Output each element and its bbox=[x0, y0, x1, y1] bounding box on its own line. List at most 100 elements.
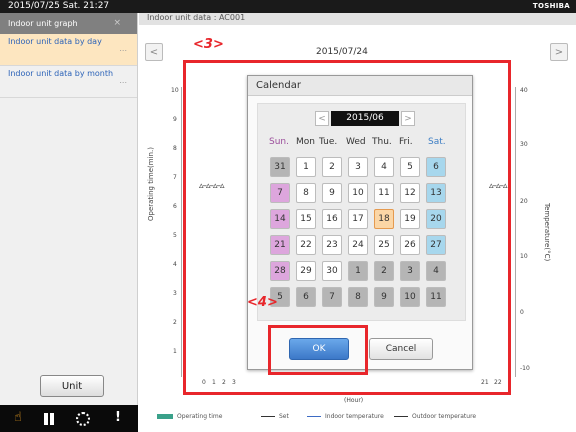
calendar-day[interactable]: 9 bbox=[374, 287, 394, 307]
calendar-day-selected[interactable]: 18 bbox=[374, 209, 394, 229]
calendar-day[interactable]: 6 bbox=[426, 157, 446, 177]
calendar-day[interactable]: 31 bbox=[270, 157, 290, 177]
close-icon[interactable]: × bbox=[113, 18, 121, 28]
next-month-button[interactable]: > bbox=[401, 111, 415, 126]
sidebar-item-label: Indoor unit data by day bbox=[8, 37, 102, 46]
weekday-label: Sat. bbox=[428, 137, 446, 147]
sidebar: Indoor unit graph × Indoor unit data by … bbox=[0, 13, 138, 405]
bottom-toolbar: ☝ ! bbox=[0, 405, 138, 432]
weekday-label: Tue. bbox=[319, 137, 338, 147]
sidebar-header: Indoor unit graph × bbox=[0, 13, 137, 34]
calendar-day[interactable]: 10 bbox=[348, 183, 368, 203]
y-tick: 8 bbox=[173, 145, 177, 152]
calendar-day[interactable]: 24 bbox=[348, 235, 368, 255]
calendar-day[interactable]: 22 bbox=[296, 235, 316, 255]
y-tick-right: 40 bbox=[520, 87, 528, 94]
y-tick: 9 bbox=[173, 116, 177, 123]
weekday-label: Thu. bbox=[372, 137, 392, 147]
calendar-day[interactable]: 20 bbox=[426, 209, 446, 229]
graph-date: 2015/07/24 bbox=[316, 47, 368, 57]
sidebar-item-label: Indoor unit data by month bbox=[8, 69, 114, 78]
weekday-label: Fri. bbox=[399, 137, 413, 147]
unit-button[interactable]: Unit bbox=[40, 375, 104, 397]
calendar-day[interactable]: 11 bbox=[426, 287, 446, 307]
y-tick-right: 0 bbox=[520, 309, 524, 316]
y-tick: 7 bbox=[173, 174, 177, 181]
highlight-frame-ok bbox=[268, 325, 368, 375]
calendar-day[interactable]: 28 bbox=[270, 261, 290, 281]
y-axis-label-right: Temperature(°C) bbox=[543, 203, 551, 262]
y-tick: 3 bbox=[173, 290, 177, 297]
previous-month-button[interactable]: < bbox=[315, 111, 329, 126]
y-tick: 2 bbox=[173, 319, 177, 326]
legend-outdoor-temperature: Outdoor temperature bbox=[394, 413, 476, 420]
calendar-day[interactable]: 16 bbox=[322, 209, 342, 229]
calendar-day[interactable]: 10 bbox=[400, 287, 420, 307]
calendar-day[interactable]: 26 bbox=[400, 235, 420, 255]
legend-operating-time: Operating time bbox=[157, 413, 222, 420]
calendar-day[interactable]: 14 bbox=[270, 209, 290, 229]
calendar-day[interactable]: 29 bbox=[296, 261, 316, 281]
calendar-day[interactable]: 8 bbox=[296, 183, 316, 203]
legend-label: Set bbox=[279, 413, 289, 420]
calendar-day[interactable]: 9 bbox=[322, 183, 342, 203]
sidebar-header-label: Indoor unit graph bbox=[8, 19, 78, 28]
y-tick: 5 bbox=[173, 232, 177, 239]
pause-icon[interactable] bbox=[42, 412, 56, 426]
next-day-button[interactable]: > bbox=[550, 43, 568, 61]
weekday-label: Wed bbox=[346, 137, 366, 147]
calendar-day[interactable]: 15 bbox=[296, 209, 316, 229]
month-label: 2015/06 bbox=[331, 111, 399, 126]
page-title: Indoor unit data : AC001 bbox=[147, 13, 246, 22]
calendar-day[interactable]: 27 bbox=[426, 235, 446, 255]
calendar-day[interactable]: 1 bbox=[296, 157, 316, 177]
legend-label: Operating time bbox=[177, 413, 223, 420]
sidebar-item-data-by-day[interactable]: Indoor unit data by day ... bbox=[0, 34, 137, 66]
y-tick-right: 30 bbox=[520, 141, 528, 148]
legend-label: Outdoor temperature bbox=[412, 413, 477, 420]
calendar-day[interactable]: 23 bbox=[322, 235, 342, 255]
cancel-button[interactable]: Cancel bbox=[369, 338, 433, 360]
y-tick: 1 bbox=[173, 348, 177, 355]
title-bar: Indoor unit data : AC001 bbox=[139, 13, 576, 25]
calendar-day[interactable]: 1 bbox=[348, 261, 368, 281]
sidebar-item-data-by-month[interactable]: Indoor unit data by month ... bbox=[0, 66, 137, 98]
calendar-day[interactable]: 11 bbox=[374, 183, 394, 203]
circle-icon[interactable] bbox=[76, 412, 90, 426]
legend-indoor-temperature: Indoor temperature bbox=[307, 413, 384, 420]
calendar-day[interactable]: 4 bbox=[374, 157, 394, 177]
dialog-title: Calendar bbox=[248, 76, 472, 96]
y-tick-right: 20 bbox=[520, 198, 528, 205]
calendar-day[interactable]: 2 bbox=[322, 157, 342, 177]
y-tick-right: -10 bbox=[520, 365, 530, 372]
calendar-day[interactable]: 4 bbox=[426, 261, 446, 281]
calendar-day[interactable]: 6 bbox=[296, 287, 316, 307]
calendar-day[interactable]: 3 bbox=[348, 157, 368, 177]
calendar-day[interactable]: 7 bbox=[270, 183, 290, 203]
legend-swatch bbox=[157, 414, 173, 419]
legend-label: Indoor temperature bbox=[325, 413, 384, 420]
calendar-day[interactable]: 13 bbox=[426, 183, 446, 203]
legend-line bbox=[307, 416, 321, 417]
calendar-day[interactable]: 19 bbox=[400, 209, 420, 229]
calendar-day[interactable]: 5 bbox=[400, 157, 420, 177]
calendar-day[interactable]: 8 bbox=[348, 287, 368, 307]
more-icon: ... bbox=[119, 76, 127, 85]
hand-icon[interactable]: ☝ bbox=[14, 410, 28, 425]
calendar-day[interactable]: 2 bbox=[374, 261, 394, 281]
calendar-day[interactable]: 17 bbox=[348, 209, 368, 229]
calendar-day[interactable]: 3 bbox=[400, 261, 420, 281]
legend-line bbox=[261, 416, 275, 417]
weekday-label: Sun. bbox=[269, 137, 289, 147]
calendar-day[interactable]: 21 bbox=[270, 235, 290, 255]
calendar-day[interactable]: 30 bbox=[322, 261, 342, 281]
calendar-day[interactable]: 25 bbox=[374, 235, 394, 255]
y-tick-right: 10 bbox=[520, 253, 528, 260]
calendar-day[interactable]: 12 bbox=[400, 183, 420, 203]
previous-day-button[interactable]: < bbox=[145, 43, 163, 61]
x-axis-label: (Hour) bbox=[344, 397, 364, 404]
calendar-day[interactable]: 7 bbox=[322, 287, 342, 307]
alert-icon[interactable]: ! bbox=[115, 410, 129, 425]
annotation-4: <4> bbox=[247, 295, 278, 310]
more-icon: ... bbox=[119, 44, 127, 53]
